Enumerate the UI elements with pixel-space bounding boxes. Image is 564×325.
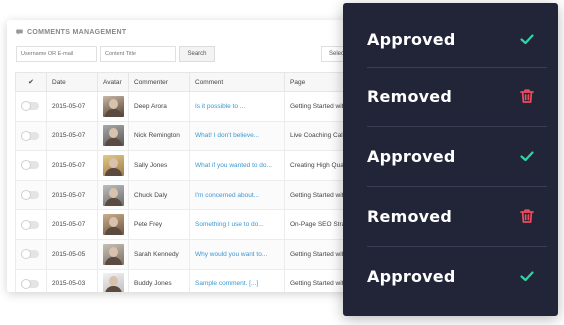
- comment-link[interactable]: What! I don't believe...: [195, 132, 259, 139]
- status-panel: Approved Removed Approved Removed Approv…: [343, 3, 558, 316]
- status-label: Approved: [367, 266, 456, 286]
- comment-link[interactable]: Is it possible to ...: [195, 103, 245, 110]
- checkmark-icon: [520, 34, 534, 45]
- avatar: [103, 184, 124, 206]
- status-item-approved[interactable]: Approved: [367, 256, 547, 296]
- comments-table: ✔ Date Avatar Commenter Comment Page 201…: [15, 72, 367, 292]
- checkmark-icon: [520, 151, 534, 162]
- commenter-name: Sarah Kennedy: [128, 238, 190, 270]
- avatar: [103, 214, 124, 236]
- table-row: 2015-05-07 Sally Jones What if you wante…: [15, 150, 367, 181]
- content-title-input[interactable]: [100, 46, 176, 62]
- commenter-name: Sally Jones: [128, 150, 190, 181]
- table-row: 2015-05-07 Nick Remington What! I don't …: [15, 120, 367, 152]
- comment-date: 2015-05-07: [46, 209, 98, 240]
- comment-date: 2015-05-03: [46, 268, 98, 292]
- status-label: Removed: [367, 206, 452, 226]
- trash-icon: [520, 89, 534, 103]
- table-header-row: ✔ Date Avatar Commenter Comment Page: [15, 72, 367, 92]
- trash-icon: [520, 209, 534, 223]
- comment-date: 2015-05-05: [46, 238, 98, 270]
- checkmark-icon: [520, 271, 534, 282]
- column-header-avatar: Avatar: [97, 72, 129, 92]
- comment-link[interactable]: Why would you want to...: [195, 251, 267, 258]
- username-email-input[interactable]: [16, 46, 97, 62]
- status-divider: [367, 126, 547, 127]
- status-item-approved[interactable]: Approved: [367, 19, 547, 59]
- column-header-date[interactable]: Date: [46, 72, 98, 92]
- approve-toggle[interactable]: [21, 249, 39, 260]
- status-label: Approved: [367, 146, 456, 166]
- status-label: Removed: [367, 86, 452, 106]
- approve-toggle[interactable]: [21, 101, 39, 112]
- comment-date: 2015-05-07: [46, 91, 98, 122]
- approve-toggle[interactable]: [21, 130, 39, 141]
- comment-link[interactable]: What if you wanted to do...: [195, 162, 272, 169]
- column-header-check[interactable]: ✔: [15, 72, 47, 92]
- avatar: [103, 125, 124, 147]
- column-header-commenter[interactable]: Commenter: [128, 72, 190, 92]
- status-item-removed[interactable]: Removed: [367, 76, 547, 116]
- approve-toggle[interactable]: [21, 278, 39, 289]
- commenter-name: Deep Arora: [128, 91, 190, 122]
- comment-date: 2015-05-07: [46, 179, 98, 211]
- commenter-name: Pete Frey: [128, 209, 190, 240]
- avatar: [103, 95, 124, 117]
- comment-date: 2015-05-07: [46, 150, 98, 181]
- commenter-name: Buddy Jones: [128, 268, 190, 292]
- filter-bar: Search Select: [7, 44, 367, 70]
- status-item-removed[interactable]: Removed: [367, 196, 547, 236]
- commenter-name: Chuck Daly: [128, 179, 190, 211]
- status-divider: [367, 67, 547, 68]
- table-row: 2015-05-03 Buddy Jones Sample comment. […: [15, 268, 367, 292]
- comments-management-card: COMMENTS MANAGEMENT Search Select ✔ Date…: [7, 20, 367, 292]
- status-divider: [367, 186, 547, 187]
- status-item-approved[interactable]: Approved: [367, 136, 547, 176]
- search-button[interactable]: Search: [179, 46, 215, 62]
- avatar: [103, 273, 124, 292]
- approve-toggle[interactable]: [21, 160, 39, 171]
- card-header: COMMENTS MANAGEMENT: [7, 20, 367, 44]
- comment-link[interactable]: Sample comment. [...]: [195, 280, 258, 287]
- chat-bubble-icon: [16, 29, 23, 35]
- approve-toggle[interactable]: [21, 219, 39, 230]
- table-row: 2015-05-07 Chuck Daly I'm concerned abou…: [15, 179, 367, 211]
- table-row: 2015-05-05 Sarah Kennedy Why would you w…: [15, 238, 367, 270]
- status-label: Approved: [367, 29, 456, 49]
- approve-toggle[interactable]: [21, 190, 39, 201]
- table-row: 2015-05-07 Pete Frey Something I use to …: [15, 209, 367, 240]
- card-title: COMMENTS MANAGEMENT: [27, 28, 127, 36]
- column-header-comment[interactable]: Comment: [189, 72, 285, 92]
- comment-link[interactable]: I'm concerned about...: [195, 192, 259, 199]
- comment-date: 2015-05-07: [46, 120, 98, 152]
- commenter-name: Nick Remington: [128, 120, 190, 152]
- avatar: [103, 243, 124, 265]
- avatar: [103, 154, 124, 176]
- comment-link[interactable]: Something I use to do...: [195, 221, 264, 228]
- status-divider: [367, 246, 547, 247]
- table-row: 2015-05-07 Deep Arora Is it possible to …: [15, 91, 367, 122]
